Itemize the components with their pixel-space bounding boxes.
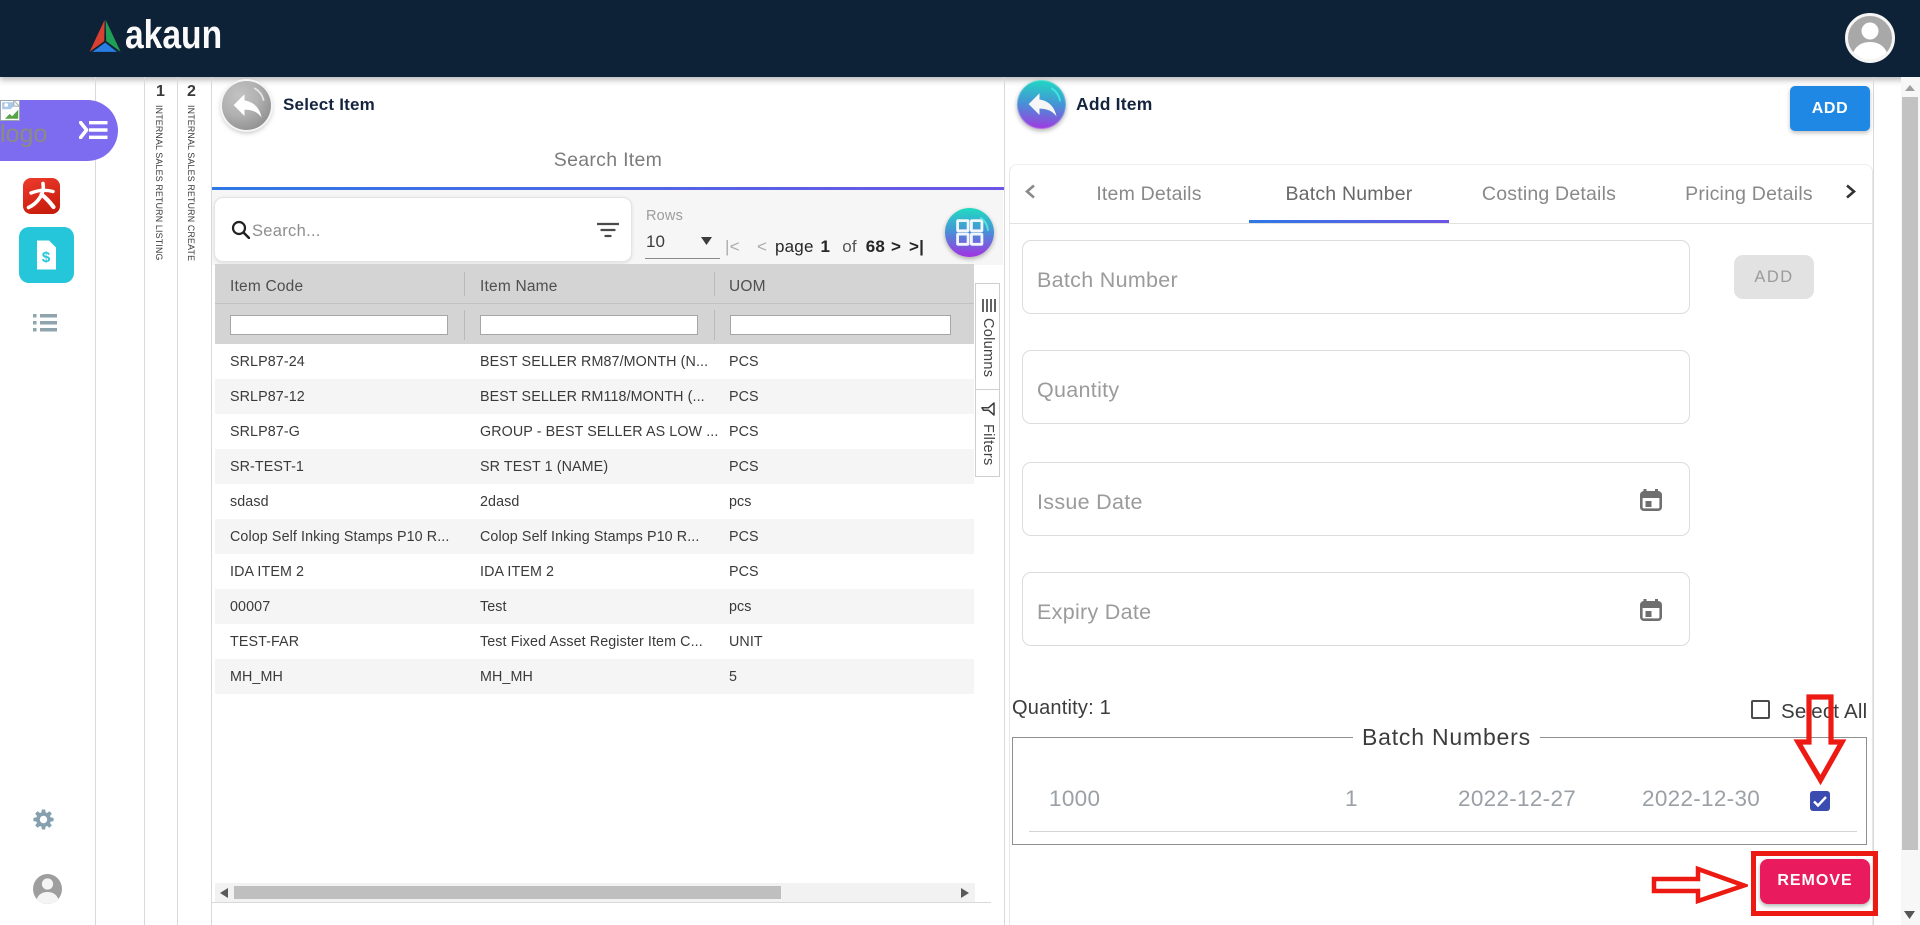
svg-text:$: $: [42, 249, 51, 266]
